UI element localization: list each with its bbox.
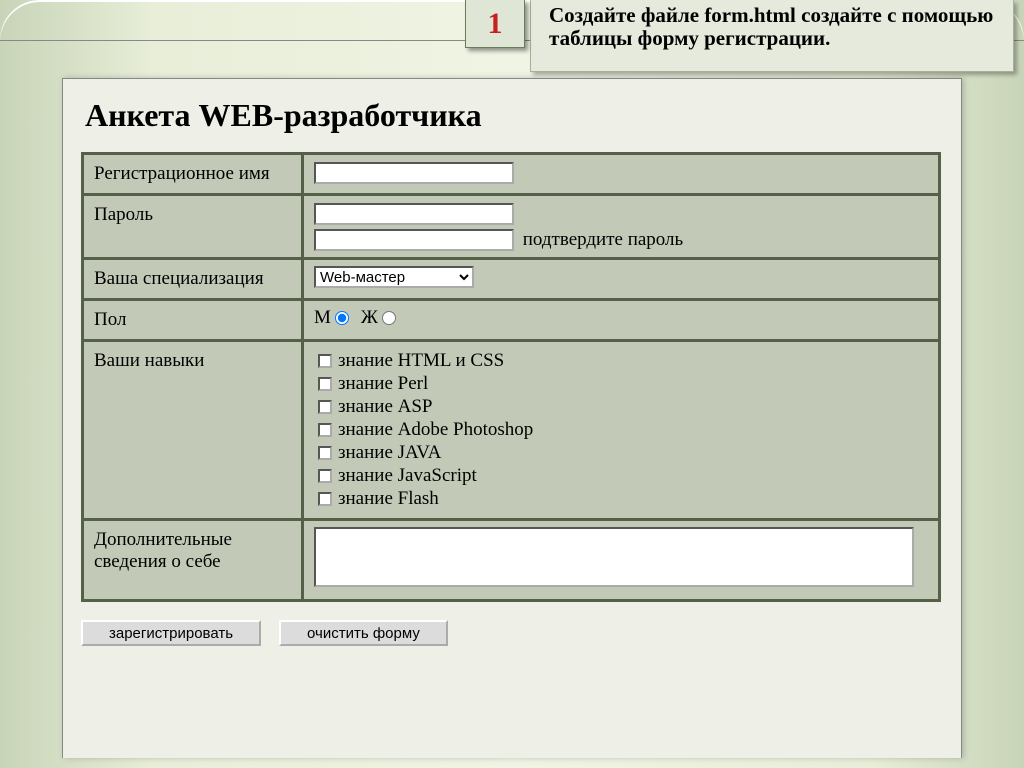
label-confirm-password: подтвердите пароль [523, 229, 683, 250]
row-password: Пароль подтвердите пароль [83, 195, 940, 259]
gender-f-radio[interactable] [382, 311, 396, 325]
skill-item: знание ASP [314, 396, 928, 418]
skill-checkbox[interactable] [318, 354, 332, 368]
gender-m-label: М [314, 307, 331, 329]
form-title: Анкета WEB-разработчика [85, 97, 961, 134]
skill-item: знание Adobe Photoshop [314, 419, 928, 441]
row-additional: Дополнительные сведения о себе [83, 520, 940, 601]
task-number: 1 [488, 7, 503, 41]
form-panel: Анкета WEB-разработчика Регистрационное … [62, 78, 962, 758]
skill-item: знание JavaScript [314, 465, 928, 487]
clear-button[interactable]: очистить форму [279, 620, 448, 646]
password-input[interactable] [314, 203, 514, 225]
skill-item: знание HTML и CSS [314, 350, 928, 372]
skill-checkbox[interactable] [318, 423, 332, 437]
skill-checkbox[interactable] [318, 492, 332, 506]
row-registration-name: Регистрационное имя [83, 154, 940, 195]
row-skills: Ваши навыки знание HTML и CSS знание Per… [83, 341, 940, 520]
label-additional: Дополнительные сведения о себе [83, 520, 303, 601]
skill-item: знание Perl [314, 373, 928, 395]
row-gender: Пол М Ж [83, 300, 940, 341]
password-confirm-input[interactable] [314, 229, 514, 251]
label-gender: Пол [83, 300, 303, 341]
specialization-select[interactable]: Web-мастер [314, 266, 474, 288]
label-skills: Ваши навыки [83, 341, 303, 520]
task-description: Создайте файле form.html создайте с помо… [530, 0, 1014, 72]
additional-textarea[interactable] [314, 527, 914, 587]
gender-f-label: Ж [361, 307, 378, 329]
label-registration-name: Регистрационное имя [83, 154, 303, 195]
skills-list: знание HTML и CSS знание Perl знание ASP… [314, 348, 928, 512]
task-number-box: 1 [465, 0, 525, 48]
label-password: Пароль [83, 195, 303, 259]
skill-checkbox[interactable] [318, 446, 332, 460]
row-specialization: Ваша специализация Web-мастер [83, 259, 940, 300]
form-table: Регистрационное имя Пароль подтвердите п… [81, 152, 941, 602]
skill-item: знание JAVA [314, 442, 928, 464]
gender-m-radio[interactable] [335, 311, 349, 325]
register-button[interactable]: зарегистрировать [81, 620, 261, 646]
skill-item: знание Flash [314, 488, 928, 510]
registration-name-input[interactable] [314, 162, 514, 184]
label-specialization: Ваша специализация [83, 259, 303, 300]
skill-checkbox[interactable] [318, 377, 332, 391]
skill-checkbox[interactable] [318, 400, 332, 414]
skill-checkbox[interactable] [318, 469, 332, 483]
